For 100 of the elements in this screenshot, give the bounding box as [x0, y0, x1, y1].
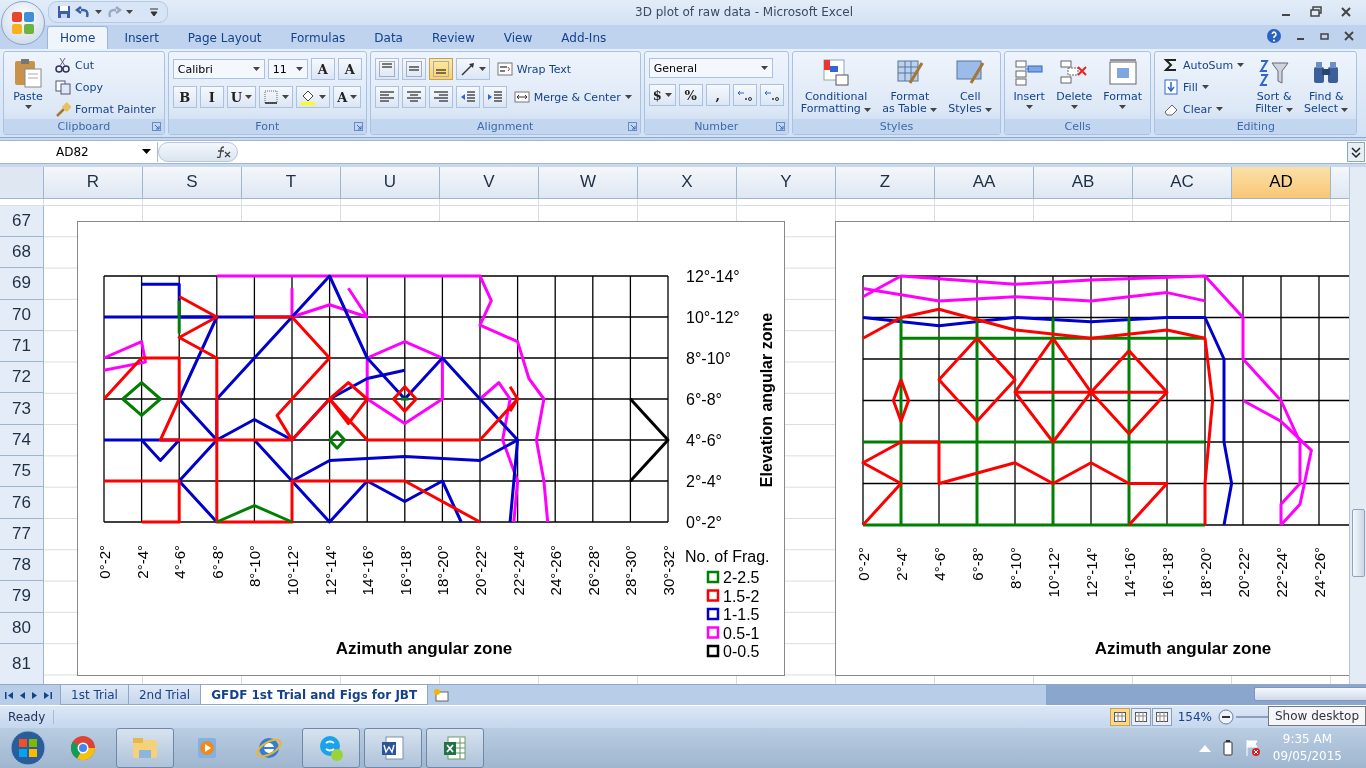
- character-button[interactable]: %: [678, 84, 703, 107]
- tool-button[interactable]: [732, 84, 757, 107]
- column-header[interactable]: T: [242, 166, 341, 198]
- row-header[interactable]: 71: [0, 330, 44, 363]
- close-icon[interactable]: [1344, 31, 1354, 42]
- ribbon-tab[interactable]: Insert: [111, 26, 172, 50]
- expand-icon[interactable]: [1347, 141, 1365, 162]
- align-button[interactable]: [428, 58, 453, 81]
- character-button[interactable]: A: [333, 86, 362, 109]
- previous-sheet-icon[interactable]: [18, 690, 26, 700]
- ribbon-button[interactable]: AutoSum: [1159, 55, 1249, 76]
- dialog-launcher-icon[interactable]: [627, 122, 637, 132]
- ribbon-tab[interactable]: Home: [47, 26, 109, 50]
- column-header[interactable]: AB: [1034, 166, 1133, 198]
- view-button[interactable]: [1130, 708, 1151, 727]
- column-header[interactable]: W: [539, 166, 638, 198]
- character-button[interactable]: U: [226, 86, 257, 109]
- ribbon-tab[interactable]: Add-Ins: [548, 26, 620, 50]
- ribbon-tab[interactable]: View: [490, 26, 546, 50]
- taskbar-button[interactable]: [426, 728, 484, 768]
- help-icon[interactable]: [1266, 28, 1282, 45]
- restore-icon[interactable]: [1310, 6, 1322, 19]
- row-header[interactable]: 72: [0, 362, 44, 394]
- ribbon-button[interactable]: Merge & Center: [509, 87, 636, 108]
- row-header[interactable]: 70: [0, 299, 44, 331]
- ribbon-button[interactable]: Clear: [1159, 99, 1249, 120]
- flag-error-icon[interactable]: [1244, 739, 1261, 757]
- sheet-tab[interactable]: GFDF 1st Trial and Figs for JBT: [200, 684, 429, 706]
- ribbon-tab[interactable]: Page Layout: [174, 26, 275, 50]
- save-icon[interactable]: [57, 5, 71, 20]
- row-header[interactable]: 73: [0, 393, 44, 425]
- row-header[interactable]: 77: [0, 518, 44, 550]
- ribbon-button[interactable]: Format Painter: [51, 99, 160, 120]
- ribbon-button[interactable]: Sort & Filter: [1251, 55, 1298, 120]
- ribbon-button[interactable]: Paste: [8, 55, 48, 120]
- first-sheet-icon[interactable]: [5, 690, 13, 700]
- character-button[interactable]: A: [310, 58, 335, 81]
- character-button[interactable]: A: [337, 58, 362, 81]
- tool-button[interactable]: [259, 86, 294, 109]
- view-button[interactable]: [1109, 708, 1130, 727]
- column-header[interactable]: S: [143, 166, 242, 198]
- ribbon-button[interactable]: Format as Table: [878, 55, 942, 120]
- close-icon[interactable]: [1340, 6, 1352, 19]
- ribbon-button[interactable]: Fill: [1159, 77, 1249, 98]
- character-button[interactable]: I: [199, 86, 224, 109]
- name-box[interactable]: AD82: [0, 141, 158, 162]
- sheet-tab[interactable]: 1st Trial: [60, 684, 129, 706]
- ribbon-button[interactable]: Conditional Formatting: [796, 55, 876, 120]
- ribbon-button[interactable]: Copy: [51, 77, 160, 98]
- dialog-launcher-icon[interactable]: [151, 122, 161, 132]
- zoom-level[interactable]: 154%: [1177, 710, 1212, 725]
- tool-button[interactable]: [296, 86, 331, 109]
- ribbon-button[interactable]: Format: [1099, 55, 1147, 120]
- new-sheet-icon[interactable]: [433, 688, 450, 703]
- column-header[interactable]: V: [440, 166, 539, 198]
- column-header[interactable]: X: [638, 166, 737, 198]
- row-header[interactable]: 79: [0, 581, 44, 613]
- align-button[interactable]: [401, 58, 426, 81]
- tool-button[interactable]: [455, 58, 490, 81]
- row-header[interactable]: 76: [0, 487, 44, 519]
- row-header[interactable]: 78: [0, 549, 44, 582]
- row-header[interactable]: 67: [0, 205, 44, 237]
- tool-button[interactable]: [759, 84, 784, 107]
- dropdown-field[interactable]: Calibri: [172, 59, 265, 80]
- sheet-tab[interactable]: 2nd Trial: [127, 684, 202, 706]
- dialog-launcher-icon[interactable]: [353, 122, 363, 132]
- view-button[interactable]: [1151, 708, 1172, 727]
- dropdown-field[interactable]: General: [648, 58, 773, 79]
- column-header[interactable]: R: [44, 166, 143, 198]
- column-header[interactable]: Y: [737, 166, 836, 198]
- ribbon-button[interactable]: Insert: [1009, 55, 1050, 120]
- ribbon-tab[interactable]: Review: [418, 26, 488, 50]
- column-header[interactable]: U: [341, 166, 440, 198]
- battery-icon[interactable]: [1222, 740, 1233, 756]
- align-button[interactable]: [428, 86, 453, 109]
- row-header[interactable]: 75: [0, 456, 44, 488]
- character-button[interactable]: ,: [705, 84, 730, 107]
- row-header[interactable]: 68: [0, 237, 44, 269]
- taskbar-button[interactable]: [364, 728, 422, 768]
- column-header[interactable]: AA: [935, 166, 1034, 198]
- customize-toolbar-icon[interactable]: [149, 7, 159, 18]
- ribbon-button[interactable]: Find & Select: [1300, 55, 1353, 120]
- dropdown-field[interactable]: 11: [267, 59, 308, 80]
- next-sheet-icon[interactable]: [31, 690, 39, 700]
- horizontal-scrollbar[interactable]: [1046, 684, 1366, 706]
- undo-icon[interactable]: [75, 5, 91, 20]
- ribbon-button[interactable]: Delete: [1052, 55, 1097, 120]
- tool-button[interactable]: [455, 86, 480, 109]
- column-header[interactable]: AD: [1232, 166, 1331, 198]
- align-button[interactable]: [401, 86, 426, 109]
- row-header[interactable]: 74: [0, 424, 44, 457]
- function-button[interactable]: [158, 141, 238, 162]
- tool-button[interactable]: [482, 86, 507, 109]
- ribbon-tab[interactable]: Data: [361, 26, 416, 50]
- dialog-launcher-icon[interactable]: [775, 122, 785, 132]
- vertical-scrollbar[interactable]: [1349, 166, 1366, 684]
- zoom-out-icon[interactable]: [1218, 709, 1234, 726]
- column-header[interactable]: Z: [836, 166, 935, 198]
- row-header[interactable]: 69: [0, 268, 44, 300]
- row-header[interactable]: 81: [0, 643, 44, 684]
